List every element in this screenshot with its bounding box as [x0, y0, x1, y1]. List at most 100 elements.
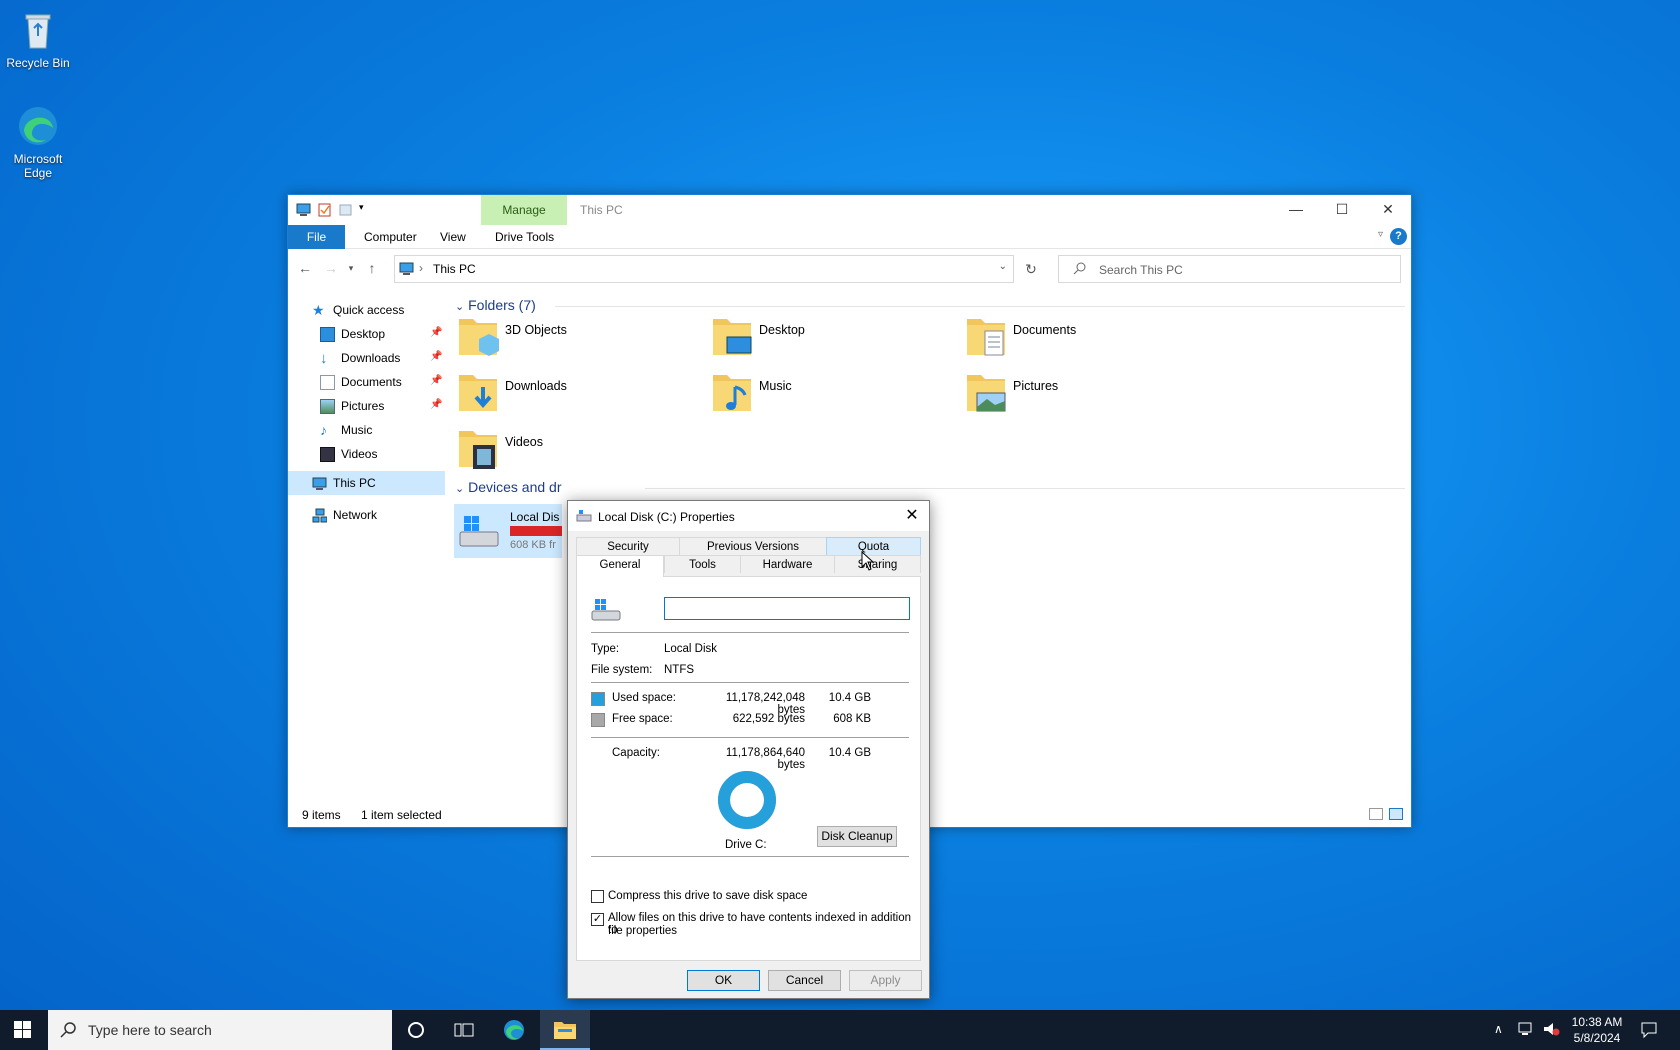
folder-documents[interactable]: Documents — [965, 313, 1205, 365]
action-center-icon[interactable] — [1640, 1021, 1658, 1042]
volume-muted-icon[interactable] — [1542, 1021, 1560, 1040]
start-button[interactable] — [14, 1021, 32, 1042]
index-label-line-2[interactable]: file properties — [608, 925, 677, 937]
drive-icon — [591, 597, 621, 626]
folder-videos-icon — [457, 425, 499, 471]
tab-general[interactable]: General — [576, 555, 664, 577]
apply-button[interactable]: Apply — [849, 970, 922, 991]
folder-desktop-icon — [711, 313, 753, 359]
up-button[interactable]: ↑ — [363, 259, 381, 277]
pin-icon[interactable]: 📌 — [430, 327, 442, 338]
recent-locations-button[interactable]: ▾ — [342, 259, 360, 277]
address-bar[interactable]: › This PC ⌄ — [394, 255, 1014, 283]
ok-button[interactable]: OK — [687, 970, 760, 991]
sidebar-item-network[interactable]: Network — [312, 504, 377, 526]
network-status-icon[interactable] — [1517, 1021, 1535, 1040]
sidebar-item-documents[interactable]: Documents — [320, 371, 402, 393]
sidebar-item-quick-access[interactable]: ★ Quick access — [312, 299, 404, 321]
details-view-icon[interactable] — [1369, 808, 1383, 820]
disk-cleanup-button[interactable]: Disk Cleanup — [817, 826, 897, 847]
sidebar-item-label: Videos — [341, 447, 378, 461]
new-folder-icon[interactable] — [338, 202, 353, 217]
folder-music[interactable]: Music — [711, 369, 951, 421]
task-view-icon[interactable] — [452, 1018, 476, 1042]
cancel-button[interactable]: Cancel — [768, 970, 841, 991]
sidebar-item-videos[interactable]: Videos — [320, 443, 377, 465]
folder-downloads-icon — [457, 369, 499, 415]
chevron-down-icon[interactable]: ▾ — [359, 202, 369, 217]
sidebar-item-label: Pictures — [341, 399, 385, 413]
sidebar-item-pictures[interactable]: Pictures — [320, 395, 384, 417]
mouse-cursor-icon — [861, 551, 875, 571]
large-icons-view-icon[interactable] — [1389, 808, 1403, 820]
sidebar-item-label: Desktop — [341, 327, 386, 341]
tab-sharing[interactable]: Sharing — [834, 555, 921, 573]
desktop-icon-label: Microsoft Edge — [13, 152, 63, 180]
chevron-down-icon[interactable]: ▿ — [1378, 229, 1383, 240]
edge-taskbar-icon[interactable] — [502, 1018, 526, 1042]
sidebar-item-downloads[interactable]: ↓ Downloads — [320, 347, 400, 369]
close-button[interactable]: ✕ — [1365, 195, 1411, 225]
pin-icon[interactable]: 📌 — [430, 351, 442, 362]
tab-view[interactable]: View — [426, 225, 480, 249]
search-input[interactable]: Search This PC — [1058, 255, 1401, 283]
drive-usage-bar — [510, 526, 562, 536]
forward-button[interactable]: → — [322, 259, 340, 277]
desktop-icon-recycle-bin[interactable]: Recycle Bin — [0, 8, 76, 70]
tab-drive-tools[interactable]: Drive Tools — [481, 225, 568, 249]
taskbar-search-box[interactable]: Type here to search — [48, 1010, 392, 1050]
maximize-button[interactable]: ☐ — [1319, 195, 1365, 225]
download-icon: ↓ — [320, 349, 328, 367]
clock-time: 10:38 AM — [1571, 1015, 1623, 1029]
compress-checkbox[interactable] — [591, 890, 604, 903]
pictures-icon — [320, 398, 335, 414]
folder-downloads[interactable]: Downloads — [457, 369, 697, 421]
compress-label[interactable]: Compress this drive to save disk space — [608, 890, 807, 902]
show-hidden-icons-button[interactable]: ∧ — [1494, 1022, 1503, 1036]
tab-manage[interactable]: Manage — [481, 195, 567, 225]
index-checkbox[interactable]: ✓ — [591, 913, 604, 926]
file-explorer-taskbar-button[interactable] — [540, 1010, 590, 1050]
videos-icon — [320, 446, 335, 462]
folder-name: Downloads — [505, 379, 567, 393]
cortana-icon[interactable] — [404, 1018, 428, 1042]
folder-name: Music — [759, 379, 792, 393]
pin-icon[interactable]: 📌 — [430, 375, 442, 386]
dialog-close-button[interactable]: ✕ — [901, 505, 923, 527]
minimize-button[interactable]: — — [1273, 195, 1319, 225]
clock[interactable]: 10:38 AM 5/8/2024 — [1566, 1014, 1628, 1046]
folder-3d-objects[interactable]: 3D Objects — [457, 313, 697, 365]
drive-free-text: 608 KB fr — [510, 539, 556, 551]
sidebar-item-desktop[interactable]: Desktop — [320, 323, 385, 345]
tab-security[interactable]: Security — [576, 537, 680, 555]
refresh-button[interactable]: ↻ — [1022, 260, 1040, 278]
music-icon: ♪ — [320, 421, 327, 438]
folders-group-header[interactable]: ⌄ Folders (7) — [455, 297, 536, 313]
search-placeholder: Search This PC — [1099, 263, 1183, 277]
drive-local-disk-c[interactable]: Local Dis 608 KB fr — [454, 504, 562, 558]
used-space-size: 10.4 GB — [828, 692, 871, 704]
tab-tools[interactable]: Tools — [664, 555, 741, 573]
desktop-icon-edge[interactable]: Microsoft Edge — [0, 104, 76, 180]
folder-pictures[interactable]: Pictures — [965, 369, 1205, 421]
help-icon[interactable]: ? — [1390, 228, 1407, 245]
sidebar-item-this-pc[interactable]: This PC — [312, 472, 376, 494]
folder-desktop[interactable]: Desktop — [711, 313, 951, 365]
taskbar: Type here to search ∧ 10:38 AM 5/8/2024 — [0, 1010, 1680, 1050]
pin-icon[interactable]: 📌 — [430, 399, 442, 410]
sidebar-item-music[interactable]: ♪ Music — [320, 419, 372, 441]
back-button[interactable]: ← — [296, 259, 314, 277]
volume-label-input[interactable] — [664, 597, 910, 620]
tab-hardware[interactable]: Hardware — [740, 555, 835, 573]
donut-used-ring — [718, 771, 776, 829]
usage-donut-chart — [718, 771, 776, 829]
dialog-title: Local Disk (C:) Properties — [598, 510, 735, 524]
folder-videos[interactable]: Videos — [457, 425, 697, 477]
devices-group-header[interactable]: ⌄ Devices and dr — [455, 479, 562, 495]
address-dropdown-icon[interactable]: ⌄ — [999, 261, 1007, 272]
tab-file[interactable]: File — [288, 225, 345, 249]
tab-previous-versions[interactable]: Previous Versions — [679, 537, 827, 555]
properties-icon[interactable] — [317, 202, 332, 217]
tab-computer[interactable]: Computer — [350, 225, 431, 249]
type-value: Local Disk — [664, 643, 718, 655]
